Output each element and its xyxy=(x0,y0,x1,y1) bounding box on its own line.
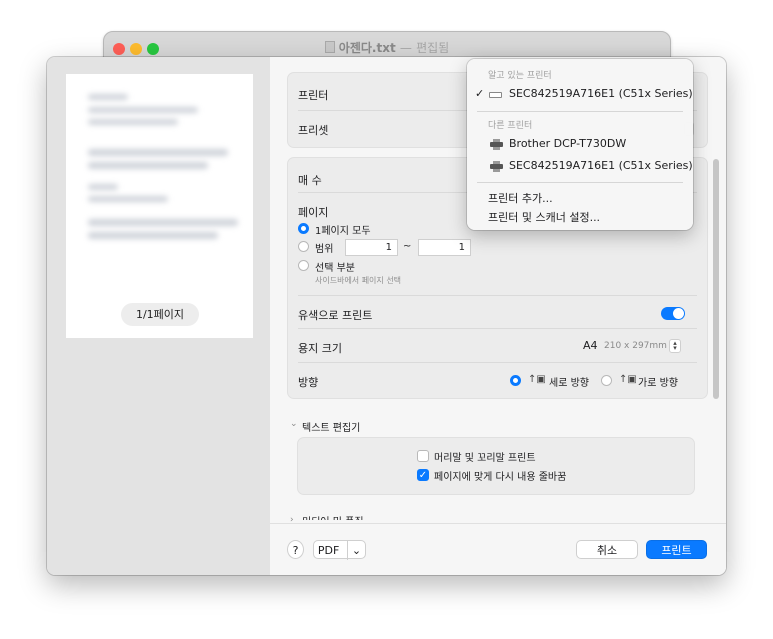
scrollbar-thumb[interactable] xyxy=(713,159,719,399)
orientation-label: 방향 xyxy=(298,376,319,389)
color-label: 유색으로 프린트 xyxy=(298,309,373,322)
paper-dimensions: 210 x 297mm xyxy=(604,341,667,351)
text-editor-options-card: 머리말 및 꼬리말 프린트 ✓ 페이지에 맞게 다시 내용 줄바꿈 xyxy=(297,437,695,495)
color-print-toggle[interactable] xyxy=(661,307,685,320)
header-footer-label: 머리말 및 꼬리말 프린트 xyxy=(434,453,536,464)
window-title: 아젠다.txt — 편집됨 xyxy=(104,39,670,56)
menu-separator xyxy=(477,182,683,183)
dialog-footer: ? PDF ⌄ 취소 프린트 xyxy=(270,523,726,575)
range-separator: ~ xyxy=(403,241,412,252)
paper-size-label: 용지 크기 xyxy=(298,342,342,355)
paper-size-popup-button[interactable]: ▴ ▾ xyxy=(669,339,681,353)
other-printers-header: 다른 프린터 xyxy=(488,121,533,131)
portrait-label: 세로 방향 xyxy=(549,378,589,389)
divider xyxy=(298,295,697,296)
printer-icon xyxy=(490,139,503,150)
all-pages-label: 1페이지 모두 xyxy=(315,226,371,237)
pages-label: 페이지 xyxy=(298,206,329,219)
menu-item-other-printer[interactable]: Brother DCP-T730DW xyxy=(475,136,685,154)
all-pages-radio[interactable] xyxy=(298,223,309,234)
menu-item-add-printer[interactable]: 프린터 추가... xyxy=(488,190,553,206)
checkmark-icon: ✓ xyxy=(475,87,485,100)
selection-hint: 사이드바에서 페이지 선택 xyxy=(315,276,402,285)
divider xyxy=(298,362,697,363)
page-preview-thumbnail[interactable] xyxy=(66,74,253,338)
range-label: 범위 xyxy=(315,244,334,255)
printer-label: 프린터 xyxy=(298,89,329,102)
landscape-radio[interactable] xyxy=(601,375,612,386)
pdf-menu-button[interactable]: PDF ⌄ xyxy=(313,540,366,560)
divider xyxy=(298,328,697,329)
menu-item-printer-settings[interactable]: 프린터 및 스캐너 설정... xyxy=(488,209,600,225)
page-indicator: 1/1페이지 xyxy=(121,303,199,326)
rewrap-label: 페이지에 맞게 다시 내용 줄바꿈 xyxy=(434,472,567,483)
portrait-radio[interactable] xyxy=(510,375,521,386)
preset-label: 프리셋 xyxy=(298,124,329,137)
help-button[interactable]: ? xyxy=(287,540,304,559)
preview-sidebar: 1/1페이지 xyxy=(47,57,270,575)
text-editor-section-label[interactable]: 텍스트 편집기 xyxy=(302,419,360,434)
chevron-down-icon: ⌄ xyxy=(346,541,361,560)
printer-icon xyxy=(489,92,502,98)
landscape-label: 가로 방향 xyxy=(638,378,678,389)
selection-label: 선택 부분 xyxy=(315,263,355,274)
settings-scrollbar[interactable] xyxy=(713,159,719,519)
rewrap-checkbox[interactable]: ✓ xyxy=(417,469,429,481)
menu-item-known-printer[interactable]: ✓ SEC842519A716E1 (C51x Series) xyxy=(475,86,693,104)
menu-item-other-printer[interactable]: SEC842519A716E1 (C51x Series) xyxy=(475,158,693,176)
printer-dropdown-menu: 알고 있는 프린터 ✓ SEC842519A716E1 (C51x Series… xyxy=(467,59,693,230)
cancel-button[interactable]: 취소 xyxy=(576,540,638,559)
copies-label: 매 수 xyxy=(298,174,322,187)
print-button[interactable]: 프린트 xyxy=(646,540,707,559)
range-radio[interactable] xyxy=(298,241,309,252)
range-to-field[interactable]: 1 xyxy=(418,239,471,256)
portrait-icon: ↑▣ xyxy=(528,374,546,385)
media-section-label[interactable]: 미디어 및 품질 xyxy=(302,513,364,520)
menu-separator xyxy=(477,111,683,112)
landscape-icon: ↑▣ xyxy=(619,374,637,385)
range-from-field[interactable]: 1 xyxy=(345,239,398,256)
text-editor-disclosure[interactable]: ⌄ xyxy=(290,419,298,429)
paper-size-value: A4 xyxy=(583,339,598,352)
selection-radio[interactable] xyxy=(298,260,309,271)
header-footer-checkbox[interactable] xyxy=(417,450,429,462)
document-icon xyxy=(324,41,335,53)
known-printers-header: 알고 있는 프린터 xyxy=(488,71,552,81)
printer-icon xyxy=(490,161,503,172)
